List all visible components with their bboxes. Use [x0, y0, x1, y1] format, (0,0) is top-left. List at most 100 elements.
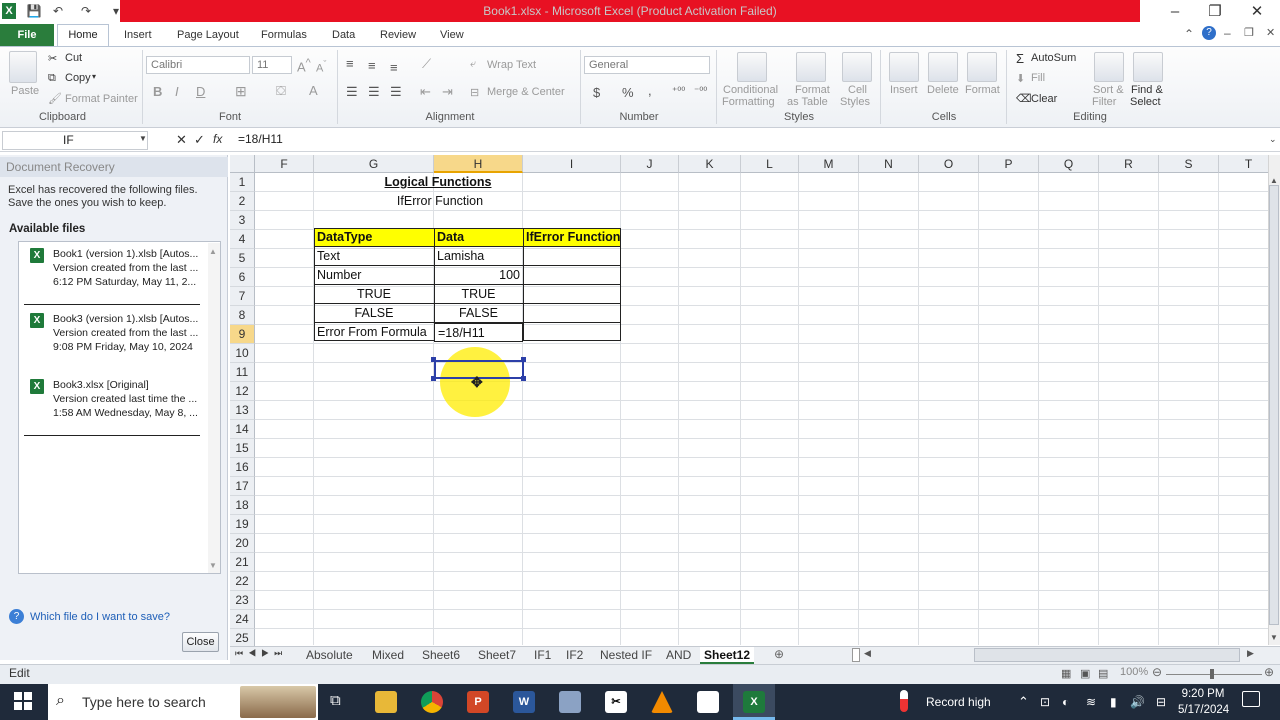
copy-button[interactable]: Copy [65, 72, 91, 84]
row-header-5[interactable]: 5 [230, 249, 255, 268]
sheet-tab-absolute[interactable]: Absolute [302, 647, 357, 664]
recovered-file-item[interactable]: Book1 (version 1).xlsb [Autos... Version… [53, 247, 205, 289]
underline-icon[interactable]: D [196, 84, 205, 99]
row-header-18[interactable]: 18 [230, 496, 255, 515]
row-header-21[interactable]: 21 [230, 553, 255, 572]
battery-icon[interactable]: ▮ [1110, 684, 1117, 720]
help-icon[interactable]: ? [1202, 26, 1216, 40]
reference-handle[interactable] [521, 376, 526, 381]
column-header-r[interactable]: R [1099, 155, 1159, 173]
clear-button[interactable]: Clear [1031, 93, 1057, 105]
scroll-up-arrow-icon[interactable]: ▲ [1270, 176, 1278, 185]
comma-icon[interactable]: , [648, 83, 652, 98]
file-list-scrollbar[interactable] [208, 243, 220, 573]
paste-button[interactable]: Paste [11, 85, 39, 97]
cell-datatype-false[interactable]: FALSE [314, 304, 434, 323]
notifications-icon[interactable] [1242, 691, 1260, 707]
close-recovery-button[interactable]: Close [182, 632, 219, 652]
cell-data-true[interactable]: TRUE [434, 285, 523, 304]
scroll-down-arrow-icon[interactable]: ▼ [1270, 633, 1278, 642]
sheet-subtitle[interactable]: IfError Function [314, 192, 566, 211]
currency-icon[interactable]: $ [593, 85, 600, 100]
find-select-icon[interactable] [1133, 52, 1163, 82]
copy-icon[interactable]: ⧉ [48, 72, 56, 85]
row-header-14[interactable]: 14 [230, 420, 255, 439]
cell-data-number[interactable]: 100 [434, 266, 523, 285]
wrap-text-icon[interactable]: ⤶ [470, 58, 476, 71]
align-bottom-icon[interactable]: ≡ [390, 60, 398, 75]
show-hidden-icons[interactable]: ⌃ [1018, 684, 1029, 720]
shrink-font-icon[interactable]: Aˇ [316, 59, 326, 75]
sheet-tab-mixed[interactable]: Mixed [368, 647, 408, 664]
tab-formulas[interactable]: Formulas [253, 24, 315, 46]
normal-view-icon[interactable]: ▦ [1061, 667, 1071, 680]
format-as-table-icon[interactable] [796, 52, 826, 82]
enter-entry-icon[interactable]: ✓ [194, 132, 205, 148]
redo-icon[interactable]: ↷ [78, 3, 94, 19]
which-file-help-link[interactable]: Which file do I want to save? [30, 611, 170, 623]
header-iferror[interactable]: IfError Function [523, 228, 621, 247]
app-icon[interactable] [559, 691, 581, 713]
task-view-icon[interactable]: ⧉ [330, 692, 341, 709]
column-header-m[interactable]: M [799, 155, 859, 173]
tab-insert[interactable]: Insert [116, 24, 160, 46]
font-color-icon[interactable]: A [309, 83, 318, 98]
row-header-9[interactable]: 9 [230, 325, 255, 344]
excel-app-icon[interactable]: X [2, 3, 16, 19]
save-icon[interactable]: 💾 [26, 3, 42, 19]
delete-cells-button[interactable]: Delete [927, 84, 959, 96]
powerpoint-icon[interactable]: P [467, 691, 489, 713]
clear-icon[interactable]: ⌫ [1016, 92, 1032, 105]
row-header-6[interactable]: 6 [230, 268, 255, 287]
tab-split-handle[interactable] [852, 648, 860, 662]
row-header-11[interactable]: 11 [230, 363, 255, 382]
column-header-q[interactable]: Q [1039, 155, 1099, 173]
increase-indent-icon[interactable]: ⇥ [442, 84, 453, 100]
tab-home[interactable]: Home [57, 24, 109, 47]
merge-center-button[interactable]: Merge & Center [487, 86, 565, 98]
vertical-scroll-thumb[interactable] [1269, 185, 1279, 625]
scroll-left-arrow-icon[interactable]: ◀ [864, 648, 871, 659]
column-header-k[interactable]: K [679, 155, 741, 173]
grow-font-icon[interactable]: A^ [297, 57, 311, 74]
row-header-23[interactable]: 23 [230, 591, 255, 610]
column-header-i[interactable]: I [523, 155, 621, 173]
sheet-tab-if1[interactable]: IF1 [530, 647, 555, 664]
formula-input[interactable]: =18/H11 [232, 131, 1267, 150]
cell-styles-button[interactable]: Cell [848, 84, 867, 96]
insert-function-icon[interactable]: fx [213, 132, 222, 146]
select-all-corner[interactable] [230, 155, 255, 173]
tray-icon[interactable]: ⊟ [1156, 684, 1166, 720]
capcut-icon[interactable]: ✂ [605, 691, 627, 713]
cell-datatype-text[interactable]: Text [314, 247, 434, 266]
doc-close-icon[interactable]: ✕ [1266, 26, 1275, 39]
close-window-icon[interactable]: ✕ [1242, 2, 1272, 22]
decrease-decimal-icon[interactable]: ⁻⁰⁰ [694, 86, 707, 97]
row-header-4[interactable]: 4 [230, 230, 255, 249]
zoom-slider-track[interactable] [1166, 674, 1262, 675]
format-as-table-button[interactable]: Format [795, 84, 830, 96]
header-datatype[interactable]: DataType [314, 228, 434, 247]
sheet-tab-sheet7[interactable]: Sheet7 [474, 647, 520, 664]
fill-button[interactable]: Fill [1031, 72, 1045, 84]
cell-datatype-error[interactable]: Error From Formula [314, 323, 434, 342]
format-cells-icon[interactable] [967, 52, 997, 82]
recovered-file-item[interactable]: Book3.xlsx [Original] Version created la… [53, 378, 205, 420]
sheet-tab-if2[interactable]: IF2 [562, 647, 587, 664]
cell-data-false[interactable]: FALSE [434, 304, 523, 323]
insert-cells-icon[interactable] [889, 52, 919, 82]
notepad-icon[interactable] [697, 691, 719, 713]
sheet-tab-and[interactable]: AND [662, 647, 695, 664]
minimize-icon[interactable]: – [1160, 2, 1190, 22]
row-header-24[interactable]: 24 [230, 610, 255, 629]
active-cell-editing[interactable]: =18/H11 [434, 323, 523, 342]
scroll-up-icon[interactable]: ▲ [209, 247, 217, 256]
row-header-22[interactable]: 22 [230, 572, 255, 591]
ribbon-minimize-icon[interactable]: ⌃ [1184, 27, 1194, 41]
format-cells-button[interactable]: Format [965, 84, 1000, 96]
column-header-j[interactable]: J [621, 155, 679, 173]
doc-restore-icon[interactable]: ❐ [1244, 26, 1254, 39]
windows-start-icon[interactable] [14, 692, 32, 710]
column-header-s[interactable]: S [1159, 155, 1219, 173]
column-header-p[interactable]: P [979, 155, 1039, 173]
